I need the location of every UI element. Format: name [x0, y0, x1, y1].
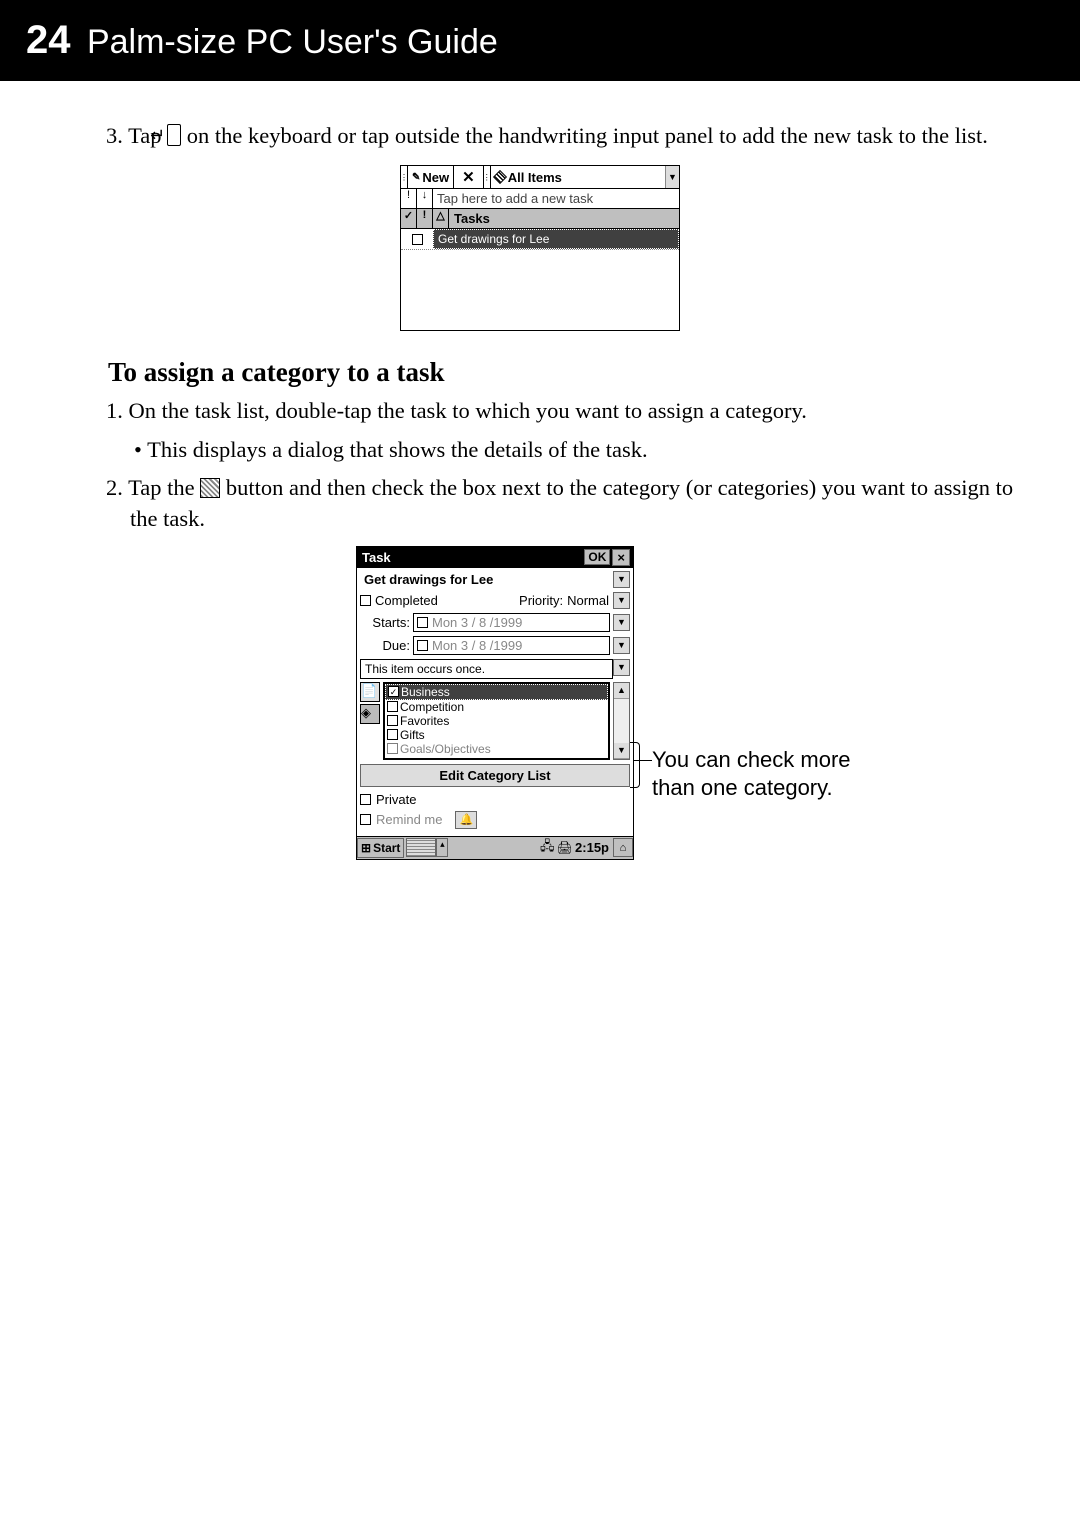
bullet-1: • This displays a dialog that shows the …	[60, 435, 1020, 465]
step-3: 3. Tap ↵ on the keyboard or tap outside …	[60, 121, 1020, 151]
dropdown-arrow-icon[interactable]: ▼	[613, 659, 630, 676]
delete-button[interactable]: ✕	[454, 166, 484, 188]
section-heading: To assign a category to a task	[108, 357, 1020, 388]
category-item[interactable]: Goals/Objectives	[385, 742, 608, 756]
toolbar: ⋮ ✎New ✕ ⋮ All Items ▼	[401, 166, 679, 189]
remind-checkbox[interactable]	[360, 814, 371, 825]
taskbar: ⊞ Start ▴ 🖧 🖨 2:15p ⌂	[357, 836, 633, 859]
task-name-row: Get drawings for Lee ▼	[360, 571, 630, 588]
due-row: Due: Mon 3 / 8 /1999 ▼	[360, 636, 630, 655]
diamond-icon	[493, 170, 507, 184]
titlebar: Task OK ×	[357, 547, 633, 568]
category-item[interactable]: ✓Business	[385, 684, 608, 700]
attach-col[interactable]: △	[433, 209, 449, 228]
step-1: 1. On the task list, double-tap the task…	[60, 396, 1020, 426]
starts-row: Starts: Mon 3 / 8 /1999 ▼	[360, 613, 630, 632]
category-item[interactable]: Competition	[385, 700, 608, 714]
priority-col[interactable]: !	[417, 209, 433, 228]
dropdown-arrow-icon[interactable]: ▼	[613, 592, 630, 609]
priority-label: Priority:	[519, 593, 563, 608]
scroll-track[interactable]	[614, 699, 629, 743]
scroll-down-icon[interactable]: ▼	[614, 743, 629, 759]
step-text-post: on the keyboard or tap outside the handw…	[181, 123, 988, 148]
priority-icon[interactable]: !	[401, 189, 417, 208]
completed-checkbox[interactable]	[360, 595, 371, 606]
dialog-title: Task	[360, 550, 584, 565]
home-button[interactable]: ⌂	[613, 838, 633, 857]
new-task-input[interactable]: Tap here to add a new task	[433, 189, 679, 208]
step-2: 2. Tap the button and then check the box…	[60, 473, 1020, 534]
task-checkbox[interactable]	[401, 229, 433, 249]
column-headers: ✓ ! △ Tasks	[401, 209, 679, 229]
header-title: Palm-size PC User's Guide	[87, 23, 498, 61]
grip-icon: ⋮	[401, 166, 408, 188]
priority-value: Normal	[567, 593, 609, 608]
ok-button[interactable]: OK	[584, 549, 610, 565]
start-icon: ⊞	[361, 841, 371, 855]
category-area: 📄 ◈ ✓Business Competition Favorites Gift…	[360, 682, 630, 760]
task-dialog-screenshot: Task OK × Get drawings for Lee ▼ Complet…	[356, 546, 634, 860]
dropdown-arrow-icon[interactable]: ▼	[613, 637, 630, 654]
remind-row: Remind me 🔔	[360, 811, 630, 829]
due-checkbox[interactable]	[417, 640, 428, 651]
step-num: 2.	[106, 475, 123, 500]
completed-priority-row: Completed Priority: Normal ▼	[360, 592, 630, 609]
scrollbar[interactable]: ▲ ▼	[613, 682, 630, 760]
clock[interactable]: 2:15p	[575, 840, 609, 855]
edit-category-button[interactable]: Edit Category List	[360, 764, 630, 787]
keyboard-button[interactable]	[406, 838, 436, 857]
keyboard-toggle-icon[interactable]: ▴	[436, 838, 448, 857]
sort-icon[interactable]: ↓	[417, 189, 433, 208]
step-num: 3.	[106, 123, 123, 148]
start-button[interactable]: ⊞ Start	[357, 838, 404, 858]
dropdown-arrow-icon[interactable]: ▼	[613, 571, 630, 588]
task-name-field[interactable]: Get drawings for Lee	[360, 572, 613, 587]
category-item[interactable]: Gifts	[385, 728, 608, 742]
recurrence-field[interactable]: This item occurs once.	[360, 659, 613, 679]
task-list-empty-area	[401, 250, 679, 330]
filter-dropdown[interactable]: All Items	[491, 166, 665, 188]
annotation-callout: You can check more than one category.	[652, 546, 872, 803]
step-num: 1.	[106, 398, 123, 423]
check-col[interactable]: ✓	[401, 209, 417, 228]
due-label: Due:	[360, 638, 410, 653]
starts-field[interactable]: Mon 3 / 8 /1999	[413, 613, 610, 632]
due-field[interactable]: Mon 3 / 8 /1999	[413, 636, 610, 655]
notes-tab-icon[interactable]: 📄	[360, 682, 380, 702]
scroll-up-icon[interactable]: ▲	[614, 683, 629, 699]
step-text: On the task list, double-tap the task to…	[129, 398, 807, 423]
dropdown-arrow-icon[interactable]: ▼	[665, 166, 679, 188]
category-list[interactable]: ✓Business Competition Favorites Gifts Go…	[383, 682, 610, 760]
task-text: Get drawings for Lee	[433, 229, 679, 249]
x-icon: ✕	[458, 168, 479, 186]
recurrence-row: This item occurs once. ▼	[360, 659, 630, 679]
starts-checkbox[interactable]	[417, 617, 428, 628]
private-row: Private	[360, 792, 630, 807]
system-tray: 🖧 🖨 2:15p	[538, 837, 611, 859]
new-button[interactable]: ✎New	[408, 166, 454, 188]
tasks-col[interactable]: Tasks	[449, 209, 679, 228]
new-task-row: ! ↓ Tap here to add a new task	[401, 189, 679, 209]
tray-icon[interactable]: 🖨	[557, 840, 574, 856]
page-number: 24	[26, 18, 71, 62]
starts-label: Starts:	[360, 615, 410, 630]
grip-icon: ⋮	[484, 166, 491, 188]
page-header: 24 Palm-size PC User's Guide	[0, 0, 1080, 81]
step-text-pre: Tap the	[128, 475, 200, 500]
tray-icon[interactable]: 🖧	[540, 837, 555, 859]
task-row[interactable]: Get drawings for Lee	[401, 229, 679, 250]
category-item[interactable]: Favorites	[385, 714, 608, 728]
dropdown-arrow-icon[interactable]: ▼	[613, 614, 630, 631]
completed-label: Completed	[375, 593, 438, 608]
tasks-app-screenshot: ⋮ ✎New ✕ ⋮ All Items ▼ ! ↓ Tap here to a…	[400, 165, 680, 331]
step-text-post: button and then check the box next to th…	[130, 475, 1013, 530]
category-button-icon	[200, 478, 220, 498]
alarm-button[interactable]: 🔔	[455, 811, 477, 829]
close-button[interactable]: ×	[612, 549, 630, 566]
private-checkbox[interactable]	[360, 794, 371, 805]
categories-tab-icon[interactable]: ◈	[360, 704, 380, 724]
enter-key-icon: ↵	[167, 124, 181, 146]
remind-label: Remind me	[376, 812, 442, 827]
private-label: Private	[376, 792, 416, 807]
